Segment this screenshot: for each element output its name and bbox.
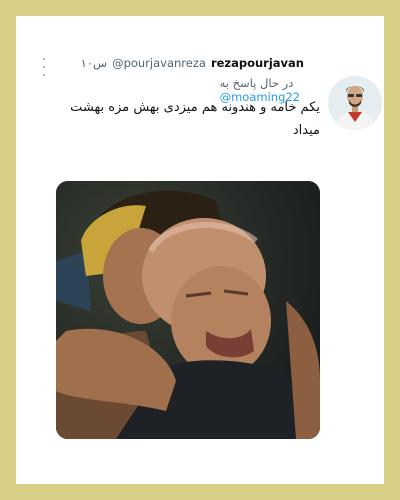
avatar-image xyxy=(328,76,382,130)
author-name[interactable]: rezapourjavan xyxy=(211,56,304,70)
more-options-icon[interactable] xyxy=(37,58,51,76)
tweet-media[interactable] xyxy=(56,181,320,439)
author-handle[interactable]: @pourjavanreza xyxy=(112,56,206,70)
reply-prefix: در حال پاسخ به xyxy=(219,76,294,90)
avatar[interactable] xyxy=(328,76,382,130)
tweet-header: rezapourjavan @pourjavanreza ۱۰س xyxy=(81,56,304,70)
tweet-timestamp[interactable]: ۱۰س xyxy=(81,56,107,70)
tweet-photo xyxy=(56,181,320,439)
tweet-card[interactable]: rezapourjavan @pourjavanreza ۱۰س در حال … xyxy=(16,16,384,484)
tweet-text: یکم خامه و هندونه هم میزدی بهش مزه بهشت … xyxy=(70,100,320,138)
